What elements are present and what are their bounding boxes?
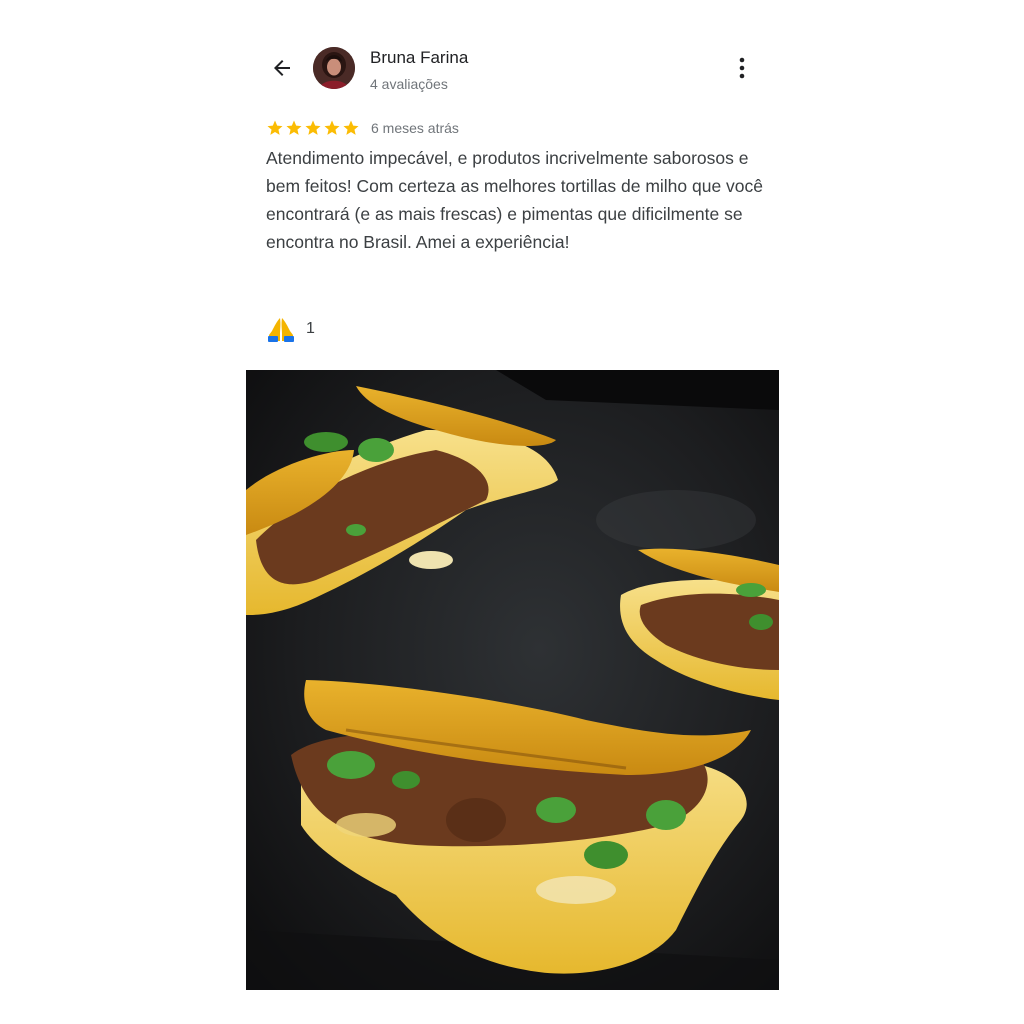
star-icon [286, 120, 302, 135]
review-photo[interactable] [246, 370, 779, 990]
author-name[interactable]: Bruna Farina [370, 48, 468, 68]
author-review-count: 4 avaliações [370, 76, 448, 92]
star-icon [267, 120, 283, 135]
star-rating [266, 119, 360, 137]
tacos-photo [246, 370, 779, 990]
review-text: Atendimento impecável, e produtos incriv… [266, 148, 764, 252]
avatar-image [313, 47, 355, 89]
avatar[interactable] [313, 47, 355, 89]
star-icon [305, 120, 321, 135]
praying-hands-icon [268, 318, 294, 342]
reaction-button[interactable]: 1 [266, 314, 315, 344]
review-header: Bruna Farina 4 avaliações [246, 32, 779, 104]
review-time: 6 meses atrás [371, 120, 459, 136]
more-vert-icon [739, 57, 745, 79]
star-icon [324, 120, 340, 135]
reaction-count: 1 [306, 320, 315, 337]
back-button[interactable] [266, 52, 298, 84]
star-icon [343, 120, 359, 135]
arrow-left-icon [274, 60, 290, 76]
review-card: Bruna Farina 4 avaliações 6 meses atrás … [246, 32, 779, 990]
rating-row: 6 meses atrás [266, 118, 459, 138]
more-options-button[interactable] [730, 52, 754, 84]
